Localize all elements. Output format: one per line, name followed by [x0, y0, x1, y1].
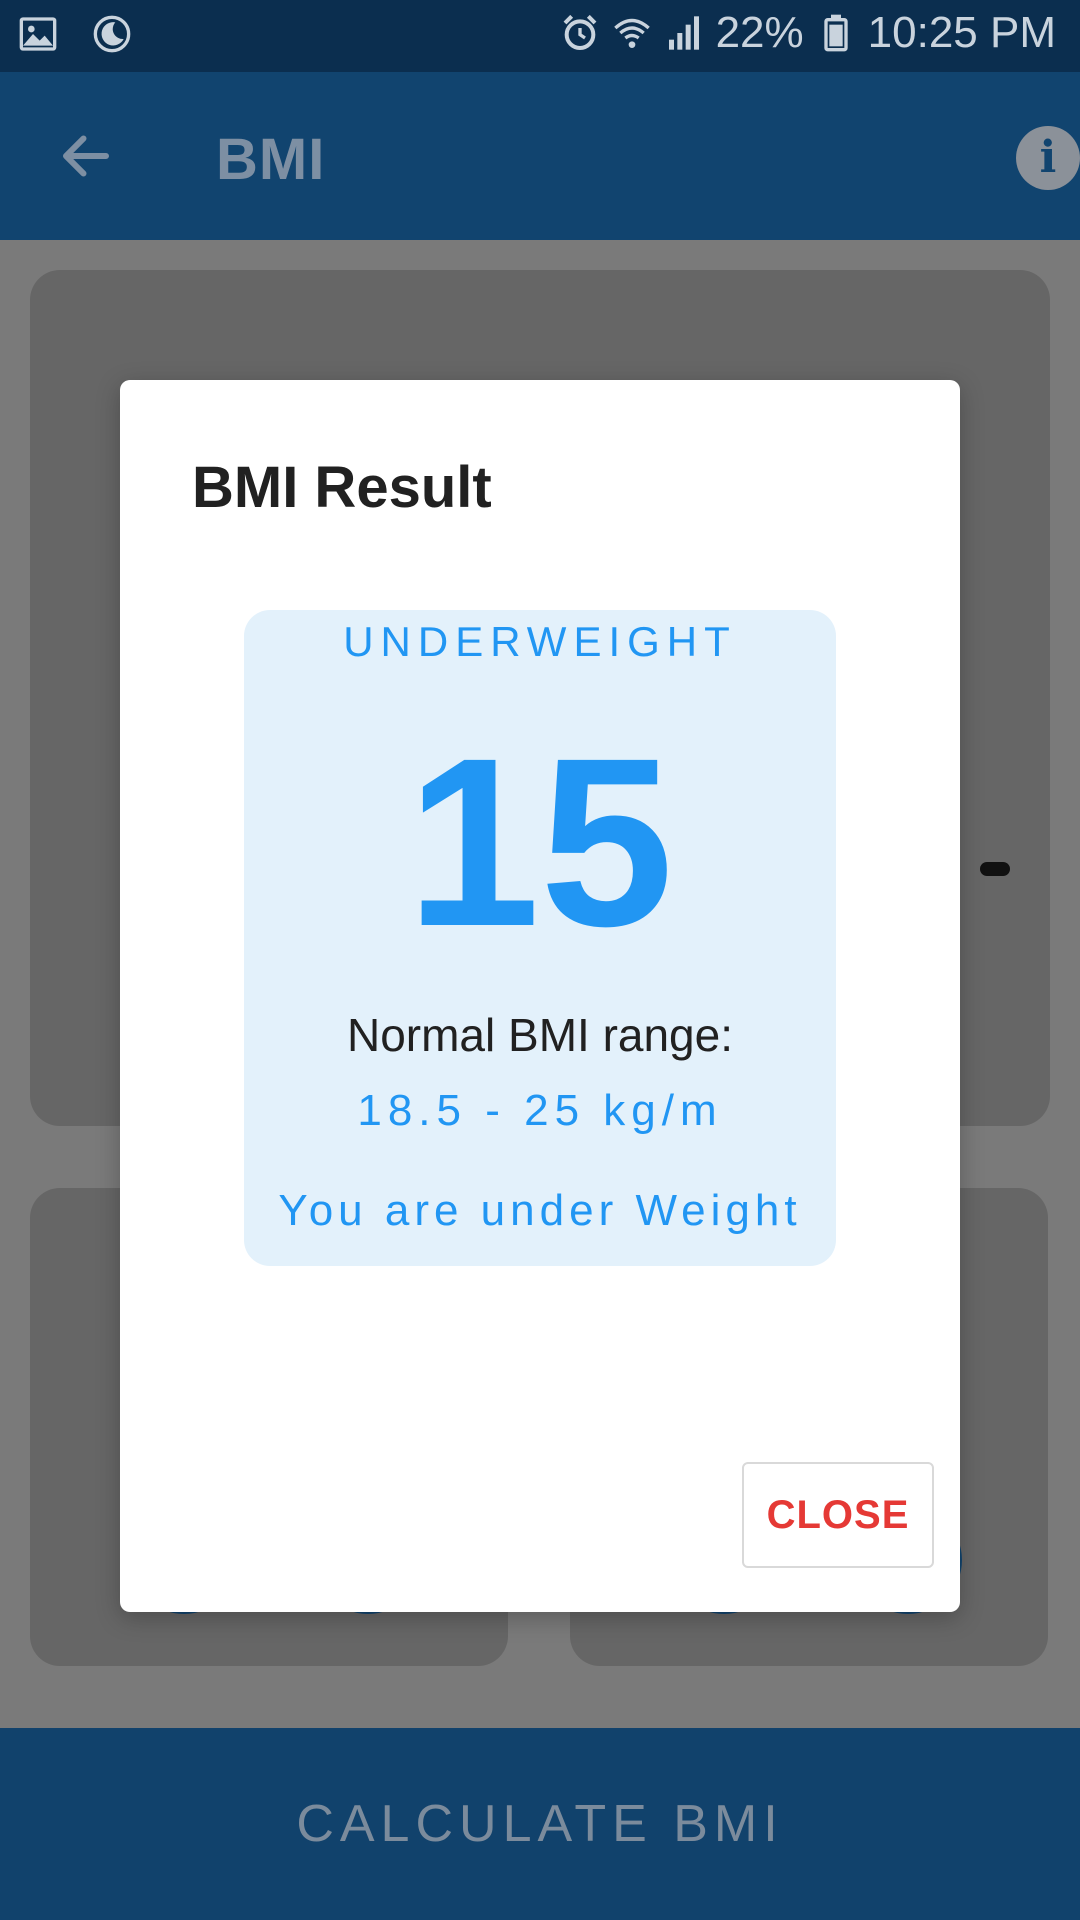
- status-bar: 22% 10:25 PM: [0, 0, 1080, 72]
- signal-icon: [668, 16, 699, 50]
- do-not-disturb-icon: [93, 15, 131, 53]
- bmi-result-dialog: BMI Result UNDERWEIGHT 15 Normal BMI ran…: [120, 380, 960, 1612]
- status-time: 10:25 PM: [867, 8, 1056, 57]
- info-icon[interactable]: i: [1016, 126, 1080, 190]
- alarm-icon: [563, 14, 596, 51]
- bmi-category: UNDERWEIGHT: [343, 618, 737, 665]
- app-bar: BMI i: [0, 72, 1080, 240]
- dialog-title: BMI Result: [192, 455, 492, 520]
- battery-icon: [823, 14, 848, 52]
- app-title: BMI: [216, 127, 326, 192]
- bmi-value: 15: [406, 708, 674, 976]
- normal-range-label: Normal BMI range:: [346, 1009, 733, 1061]
- result-card: UNDERWEIGHT 15 Normal BMI range: 18.5 - …: [244, 610, 836, 1266]
- arrow-back-icon[interactable]: [56, 126, 116, 186]
- close-button[interactable]: CLOSE: [742, 1462, 934, 1568]
- slider-track-end: [980, 862, 1010, 876]
- normal-range-value: 18.5 - 25 kg/m: [357, 1086, 723, 1135]
- result-message: You are under Weight: [278, 1186, 802, 1235]
- battery-percent: 22%: [715, 8, 804, 57]
- calculate-bmi-button: CALCULATE BMI: [0, 1728, 1080, 1920]
- gallery-icon: [19, 17, 57, 51]
- calculate-bmi-label: CALCULATE BMI: [296, 1795, 784, 1853]
- wifi-icon: [613, 18, 650, 48]
